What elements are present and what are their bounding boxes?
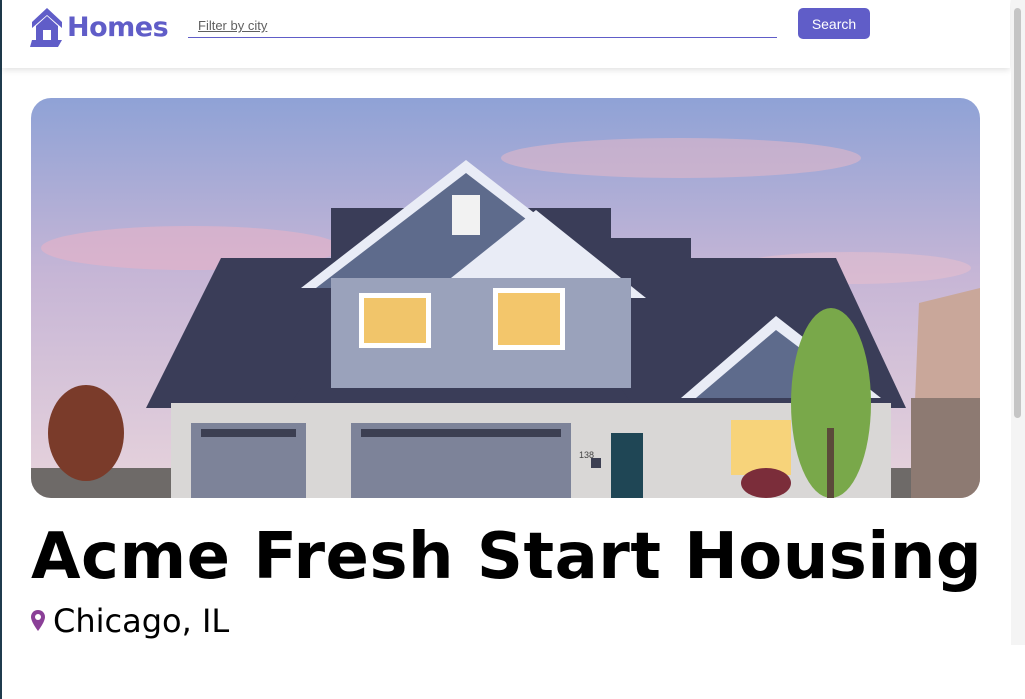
listing-photo: 138: [31, 98, 980, 498]
house-icon: [30, 8, 62, 47]
house-number: 138: [579, 450, 594, 460]
map-pin-icon: [31, 610, 45, 631]
top-nav: Homes Search: [2, 0, 1010, 68]
listing-location: Chicago, IL: [31, 602, 229, 640]
listing-title: Acme Fresh Start Housing: [31, 520, 983, 594]
window-frame: [0, 0, 2, 699]
scrollbar-thumb[interactable]: [1014, 8, 1021, 418]
location-text: Chicago, IL: [53, 602, 230, 640]
brand-name: Homes: [67, 11, 169, 43]
search-button[interactable]: Search: [798, 8, 870, 39]
brand-logo[interactable]: Homes: [30, 6, 169, 48]
vertical-scrollbar[interactable]: [1011, 0, 1025, 645]
city-filter-input[interactable]: [188, 14, 777, 38]
